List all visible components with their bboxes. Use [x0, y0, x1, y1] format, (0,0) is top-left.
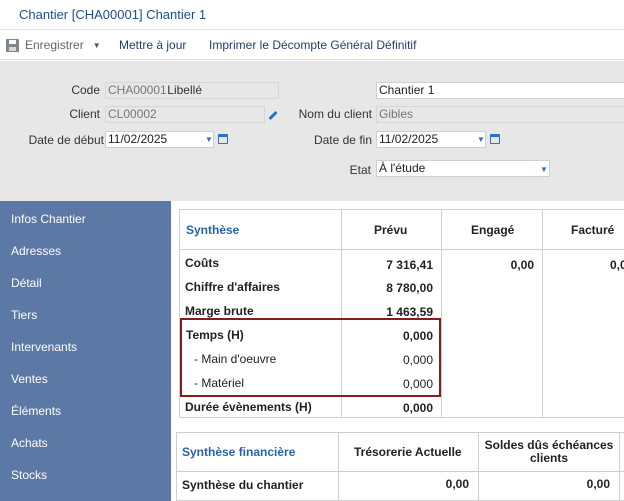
update-button[interactable]: Mettre à jour	[119, 38, 186, 52]
start-date-label: Date de début	[28, 133, 104, 147]
synthese-title: Synthèse	[186, 223, 240, 237]
print-dgd-button[interactable]: Imprimer le Décompte Général Définitif	[209, 38, 416, 52]
sidebar-item-infos-chantier[interactable]: Infos Chantier	[11, 212, 86, 226]
window-title: Chantier [CHA00001] Chantier 1	[19, 7, 207, 22]
start-date-field[interactable]: 11/02/2025	[105, 131, 214, 148]
sidebar-item-tiers[interactable]: Tiers	[11, 308, 37, 322]
col-prevu-header: Prévu	[374, 223, 408, 237]
edit-pencil-icon[interactable]	[268, 110, 278, 121]
synthese-fin-title: Synthèse financière	[182, 445, 296, 459]
row-duree-prevu: 0,000	[402, 401, 433, 415]
libelle-label: Libellé	[167, 83, 202, 97]
col-soldes-header: Soldes dûs échéances clients	[484, 438, 614, 465]
calendar-icon[interactable]	[490, 134, 500, 144]
etat-select[interactable]: À l'étude	[376, 160, 550, 177]
etat-label: Etat	[349, 163, 371, 177]
chevron-down-icon[interactable]: ▼	[477, 135, 485, 144]
sidebar-item-adresses[interactable]: Adresses	[11, 244, 61, 258]
client-name-field: Gibles	[376, 106, 624, 123]
sidebar-item-intervenants[interactable]: Intervenants	[11, 340, 77, 354]
row-couts-prevu: 7 316,41	[386, 258, 433, 272]
floppy-disk-icon	[6, 38, 19, 52]
end-date-field[interactable]: 11/02/2025	[376, 131, 486, 148]
row-tresorerie-value: 0,00	[445, 477, 469, 491]
sidebar-item-ventes[interactable]: Ventes	[11, 372, 48, 386]
row-marge-label: Marge brute	[185, 304, 254, 318]
sidebar: Infos Chantier Adresses Détail Tiers Int…	[0, 201, 171, 501]
calendar-icon[interactable]	[218, 134, 228, 144]
sidebar-item-elements[interactable]: Éléments	[11, 404, 61, 418]
row-synthese-chantier-label: Synthèse du chantier	[182, 478, 304, 492]
row-soldes-value: 0,00	[586, 477, 610, 491]
sidebar-item-achats[interactable]: Achats	[11, 436, 48, 450]
save-button[interactable]: Enregistrer ▼	[6, 37, 101, 53]
header-form: Code CHA00001 Client CL00002 Libellé Cha…	[0, 61, 624, 201]
col-tresorerie-header: Trésorerie Actuelle	[354, 445, 462, 459]
temps-highlight-box	[180, 318, 441, 397]
sidebar-item-stocks[interactable]: Stocks	[11, 468, 47, 482]
libelle-field[interactable]: Chantier 1	[376, 82, 624, 99]
row-couts-engage: 0,00	[510, 258, 534, 272]
row-couts-facture: 0,0	[610, 258, 624, 272]
code-label: Code	[71, 83, 100, 97]
row-couts-label: Coûts	[185, 256, 219, 270]
client-label: Client	[69, 107, 100, 121]
row-ca-prevu: 8 780,00	[386, 281, 433, 295]
col-facture-header: Facturé	[571, 223, 615, 237]
sidebar-item-detail[interactable]: Détail	[11, 276, 42, 290]
client-field[interactable]: CL00002	[105, 106, 265, 123]
chevron-down-icon[interactable]: ▼	[93, 41, 101, 50]
client-name-label: Nom du client	[298, 107, 372, 121]
title-bar: Chantier [CHA00001] Chantier 1	[0, 0, 624, 30]
toolbar: Enregistrer ▼ Mettre à jour Imprimer le …	[0, 31, 624, 60]
chevron-down-icon[interactable]: ▼	[205, 135, 213, 144]
row-ca-label: Chiffre d'affaires	[185, 280, 280, 294]
chevron-down-icon[interactable]: ▼	[540, 165, 548, 174]
row-duree-label: Durée évènements (H)	[185, 400, 312, 414]
row-marge-prevu: 1 463,59	[386, 305, 433, 319]
end-date-label: Date de fin	[313, 133, 372, 147]
save-button-label: Enregistrer	[25, 38, 84, 52]
col-engage-header: Engagé	[471, 223, 515, 237]
